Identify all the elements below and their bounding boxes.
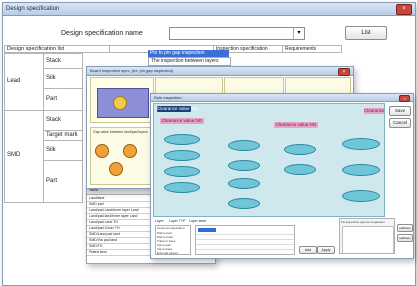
pad-ellipse-icon	[228, 198, 260, 209]
pad-circle-icon	[123, 144, 137, 158]
smd-row-stack[interactable]: Stack	[43, 110, 83, 131]
pad-circle-icon	[113, 96, 127, 110]
selected-cell[interactable]	[198, 228, 216, 232]
close-button[interactable]: ×	[338, 68, 350, 76]
add-item-button[interactable]: Add/Item	[397, 224, 413, 232]
pad-ellipse-icon	[228, 160, 260, 171]
grid-row	[196, 234, 294, 235]
pad-ellipse-icon	[342, 164, 380, 176]
target-label: Fix inspection type for inspection	[341, 220, 385, 224]
group-lead: Lead	[4, 53, 44, 111]
value-grid	[195, 225, 295, 255]
tab-layer-label[interactable]: Layer label	[189, 219, 206, 223]
lead-row-stack[interactable]: Stack	[43, 53, 83, 69]
close-button[interactable]: ×	[396, 4, 412, 15]
pad-circle-icon	[109, 162, 123, 176]
apply-button[interactable]: Apply	[317, 246, 335, 254]
chevron-down-icon[interactable]: ▾	[293, 28, 304, 39]
pad-ellipse-icon	[342, 138, 380, 150]
rule-diagram: Clearance value NG Clearance value NG Cl…	[153, 103, 385, 217]
spec-name-dropdown[interactable]: ▾	[169, 27, 305, 40]
pad-ellipse-icon	[228, 140, 260, 151]
pad-ellipse-icon	[342, 190, 380, 202]
pad-ellipse-icon	[164, 150, 200, 161]
smd-row-silk[interactable]: Silk	[43, 140, 83, 161]
rule-inspection-window: Rule Inspection × Clearance value NG Cle…	[150, 93, 414, 259]
pad-ellipse-icon	[164, 134, 200, 145]
add-item-button[interactable]: Add/Item	[397, 234, 413, 242]
clearance-ng-badge: Clearance value NG	[364, 108, 385, 114]
tab-layer[interactable]: Layer	[155, 219, 164, 223]
pad-ellipse-icon	[228, 178, 260, 189]
dropdown-option-between-layers[interactable]: The inspection between layers	[148, 57, 231, 66]
tab-layer-typ[interactable]: Layer TYP	[169, 219, 185, 223]
rule-inspection-title: Rule Inspection	[151, 94, 413, 102]
cancel-button[interactable]: Cancel	[389, 118, 411, 128]
pad-ellipse-icon	[164, 166, 200, 177]
group-smd: SMD	[4, 110, 44, 203]
grid-row	[196, 239, 294, 240]
save-button[interactable]: Save	[389, 106, 411, 116]
clearance-ng-badge: Clearance value NG	[274, 122, 318, 128]
pad-circle-icon	[95, 144, 109, 158]
spec-name-label: Design specification name	[61, 30, 143, 37]
design-spec-title: Design specification	[3, 3, 415, 16]
pad-panel-bottom-left: Gap value between land/pad layers	[90, 127, 154, 185]
target-list[interactable]	[342, 226, 394, 253]
smd-row-part[interactable]: Part	[43, 160, 83, 203]
clearance-header-chip: Clearance value NG	[157, 106, 198, 112]
pad-panel-top-left	[90, 77, 154, 123]
pad-ellipse-icon	[284, 164, 316, 175]
clearance-ng-badge: Clearance value NG	[160, 118, 204, 124]
inspection-list: Cross pin separation Pad to pad Pad to t…	[155, 225, 191, 255]
pad-ellipse-icon	[164, 182, 200, 193]
close-button[interactable]: ×	[399, 95, 410, 102]
lead-row-part[interactable]: Part	[43, 88, 83, 111]
lead-row-silk[interactable]: Silk	[43, 68, 83, 89]
grid-row	[196, 244, 294, 245]
list-header: Cross pin separation	[157, 226, 185, 230]
list-item[interactable]: External Layers	[157, 251, 178, 254]
column-header-requirements: Requirements	[282, 45, 342, 53]
spec-list-label: Design specification list	[4, 45, 110, 53]
grid-row	[196, 249, 294, 250]
pad-ellipse-icon	[284, 144, 316, 155]
pad-note: Gap value between land/pad layers	[93, 130, 148, 134]
add-button[interactable]: Add	[299, 246, 317, 254]
target-panel: Fix inspection type for inspection	[339, 218, 395, 254]
pin-gap-title: Board Inspection spec, (ex: pin gap insp…	[87, 67, 353, 76]
list-button[interactable]: List	[345, 26, 387, 40]
tab-strip: Layer Layer TYP Layer label	[153, 218, 293, 224]
dropdown-option-pin-gap[interactable]: Pin to pin gap inspection	[148, 50, 229, 57]
